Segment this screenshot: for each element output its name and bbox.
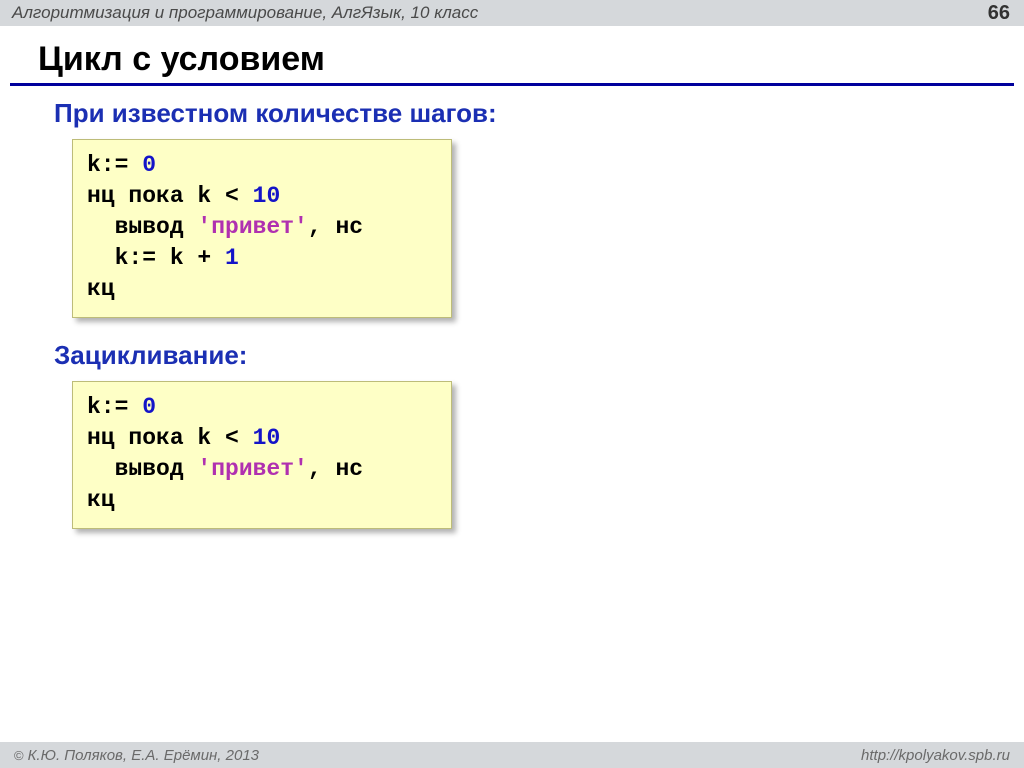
slide-title: Цикл с условием: [38, 40, 1024, 79]
code-text: вывод: [87, 456, 197, 482]
code-block-1: k:= 0 нц пока k < 10 вывод 'привет', нс …: [72, 139, 452, 318]
code-block-2: k:= 0 нц пока k < 10 вывод 'привет', нс …: [72, 381, 452, 529]
section2-heading: Зацикливание:: [54, 340, 1024, 371]
code-text: нц пока k <: [87, 425, 253, 451]
code-number: 10: [253, 183, 281, 209]
title-underline: [10, 83, 1014, 86]
footer-bar: © К.Ю. Поляков, Е.А. Ерёмин, 2013 http:/…: [0, 742, 1024, 768]
header-bar: Алгоритмизация и программирование, АлгЯз…: [0, 0, 1024, 26]
code-string: 'привет': [197, 214, 307, 240]
code-text: кц: [87, 276, 115, 302]
slide: Алгоритмизация и программирование, АлгЯз…: [0, 0, 1024, 768]
code-number: 1: [225, 245, 239, 271]
code-text: кц: [87, 487, 115, 513]
code-text: нц пока k <: [87, 183, 253, 209]
code-text: k:= k +: [87, 245, 225, 271]
footer-authors: © К.Ю. Поляков, Е.А. Ерёмин, 2013: [14, 747, 259, 764]
code-text: вывод: [87, 214, 197, 240]
section1-heading: При известном количестве шагов:: [54, 98, 1024, 129]
code-text: k:=: [87, 152, 142, 178]
header-subject: Алгоритмизация и программирование, АлгЯз…: [12, 3, 478, 23]
code-number: 0: [142, 152, 156, 178]
code-text: , нс: [308, 214, 363, 240]
code-number: 10: [253, 425, 281, 451]
authors-text: К.Ю. Поляков, Е.А. Ерёмин, 2013: [28, 747, 259, 764]
page-number: 66: [988, 2, 1012, 25]
code-text: k:=: [87, 394, 142, 420]
copyright-symbol: ©: [14, 748, 24, 763]
footer-url: http://kpolyakov.spb.ru: [861, 747, 1010, 764]
code-string: 'привет': [197, 456, 307, 482]
code-number: 0: [142, 394, 156, 420]
code-text: , нс: [308, 456, 363, 482]
